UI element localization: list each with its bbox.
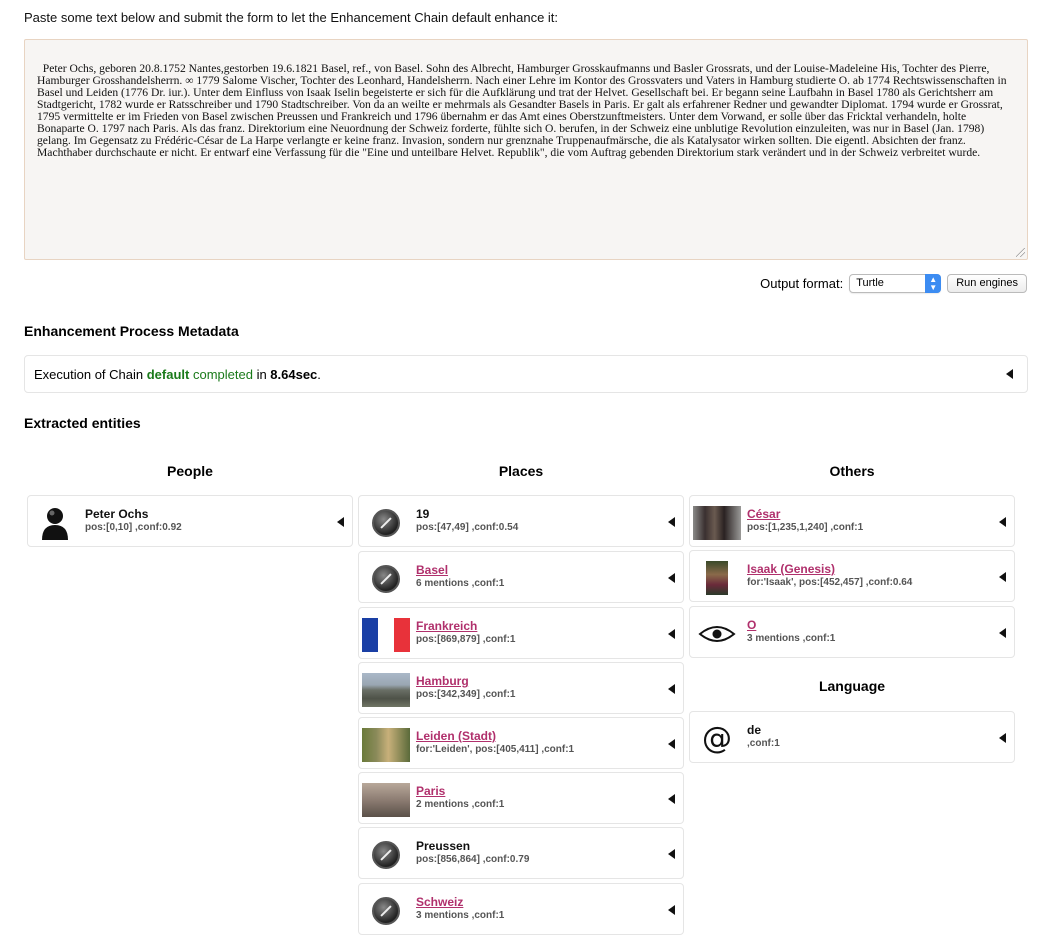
metadata-pre: Execution of Chain xyxy=(34,367,147,382)
expand-triangle-icon[interactable] xyxy=(668,794,675,804)
eye-icon xyxy=(693,617,741,651)
entity-card[interactable]: Peter Ochs pos:[0,10] ,conf:0.92 xyxy=(27,495,353,547)
entity-card[interactable]: @ de ,conf:1 xyxy=(689,711,1015,763)
entity-card[interactable]: Leiden (Stadt) for:'Leiden', pos:[405,411… xyxy=(358,717,684,769)
entity-meta: pos:[869,879] ,conf:1 xyxy=(416,634,516,645)
skyline-photo xyxy=(362,783,410,817)
entity-name: Peter Ochs xyxy=(85,507,149,521)
entity-link[interactable]: Schweiz xyxy=(416,895,463,909)
language-column-heading: Language xyxy=(818,678,886,694)
people-column-heading: People xyxy=(167,463,213,479)
entity-link[interactable]: Basel xyxy=(416,563,448,577)
compass-icon xyxy=(362,838,410,872)
resize-grip[interactable] xyxy=(1016,248,1025,257)
entity-link[interactable]: César xyxy=(747,507,780,521)
run-engines-button[interactable]: Run engines xyxy=(947,274,1027,293)
entity-meta: for:'Leiden', pos:[405,411] ,conf:1 xyxy=(416,744,575,755)
input-text-content: Peter Ochs, geboren 20.8.1752 Nantes,ges… xyxy=(37,62,1010,159)
entity-card[interactable]: Frankreich pos:[869,879] ,conf:1 xyxy=(358,607,684,659)
entity-meta: pos:[47,49] ,conf:0.54 xyxy=(416,522,519,533)
entity-card[interactable]: Hamburg pos:[342,349] ,conf:1 xyxy=(358,662,684,714)
places-column-heading: Places xyxy=(498,463,544,479)
entity-meta: 6 mentions ,conf:1 xyxy=(416,578,505,589)
metadata-status: completed xyxy=(189,367,253,382)
entity-link[interactable]: O xyxy=(747,618,756,632)
entity-meta: pos:[856,864] ,conf:0.79 xyxy=(416,854,530,865)
expand-triangle-icon[interactable] xyxy=(668,684,675,694)
entity-name: de xyxy=(747,723,762,737)
group-photo xyxy=(693,506,741,540)
entity-link[interactable]: Hamburg xyxy=(416,674,469,688)
entity-name: Preussen xyxy=(416,839,471,853)
entity-card[interactable]: César pos:[1,235,1,240] ,conf:1 xyxy=(689,495,1015,547)
entity-link[interactable]: Isaak (Genesis) xyxy=(747,562,835,576)
entity-meta: 3 mentions ,conf:1 xyxy=(747,633,836,644)
compass-icon xyxy=(362,894,410,928)
expand-triangle-icon[interactable] xyxy=(668,517,675,527)
collapse-triangle-icon[interactable] xyxy=(1006,369,1013,379)
output-format-value: Turtle xyxy=(856,277,884,289)
expand-triangle-icon[interactable] xyxy=(999,517,1006,527)
canal-photo xyxy=(362,728,410,762)
entity-link[interactable]: Frankreich xyxy=(416,619,477,633)
entity-meta: ,conf:1 xyxy=(747,738,780,749)
expand-triangle-icon[interactable] xyxy=(999,572,1006,582)
expand-triangle-icon[interactable] xyxy=(668,573,675,583)
painting-photo xyxy=(693,561,741,595)
select-arrows-icon: ▲ ▼ xyxy=(925,274,942,293)
metadata-box[interactable]: Execution of Chain default completed in … xyxy=(24,355,1028,393)
output-format-label: Output format: xyxy=(760,276,844,291)
compass-icon xyxy=(362,506,410,540)
entity-card[interactable]: Preussen pos:[856,864] ,conf:0.79 xyxy=(358,827,684,879)
output-format-select[interactable]: Turtle ▲ ▼ xyxy=(849,274,942,293)
person-icon xyxy=(31,506,79,540)
entity-name: 19 xyxy=(416,507,430,521)
expand-triangle-icon[interactable] xyxy=(668,905,675,915)
output-format-row: Output format: Turtle ▲ ▼ Run engines xyxy=(760,274,1027,293)
entity-meta: pos:[0,10] ,conf:0.92 xyxy=(85,522,182,533)
entity-link[interactable]: Paris xyxy=(416,784,445,798)
entity-card[interactable]: Schweiz 3 mentions ,conf:1 xyxy=(358,883,684,935)
entity-card[interactable]: O3 mentions ,conf:1 xyxy=(689,606,1015,658)
chain-name: default xyxy=(146,367,190,382)
others-column-heading: Others xyxy=(829,463,875,479)
entity-meta: 2 mentions ,conf:1 xyxy=(416,799,505,810)
metadata-in: in xyxy=(252,367,271,382)
city-photo xyxy=(362,673,410,707)
flag-france xyxy=(362,618,410,652)
expand-triangle-icon[interactable] xyxy=(999,733,1006,743)
entity-card[interactable]: Paris 2 mentions ,conf:1 xyxy=(358,772,684,824)
input-textarea[interactable]: Peter Ochs, geboren 20.8.1752 Nantes,ges… xyxy=(24,39,1028,260)
metadata-post: . xyxy=(317,367,321,382)
expand-triangle-icon[interactable] xyxy=(668,849,675,859)
entity-card[interactable]: Isaak (Genesis) for:'Isaak', pos:[452,457… xyxy=(689,550,1015,602)
expand-triangle-icon[interactable] xyxy=(999,628,1006,638)
intro-text: Paste some text below and submit the for… xyxy=(24,10,559,25)
entity-meta: 3 mentions ,conf:1 xyxy=(416,910,505,921)
metadata-heading: Enhancement Process Metadata xyxy=(24,323,239,339)
execution-time: 8.64sec xyxy=(270,367,318,382)
entities-heading: Extracted entities xyxy=(24,415,141,431)
expand-triangle-icon[interactable] xyxy=(668,739,675,749)
entity-meta: pos:[1,235,1,240] ,conf:1 xyxy=(747,522,864,533)
at-icon: @ xyxy=(702,721,732,756)
entity-link[interactable]: Leiden (Stadt) xyxy=(416,729,496,743)
compass-icon xyxy=(362,562,410,596)
entity-card[interactable]: Basel 6 mentions ,conf:1 xyxy=(358,551,684,603)
entity-card[interactable]: 19 pos:[47,49] ,conf:0.54 xyxy=(358,495,684,547)
entity-meta: pos:[342,349] ,conf:1 xyxy=(416,689,516,700)
expand-triangle-icon[interactable] xyxy=(668,629,675,639)
entity-meta: for:'Isaak', pos:[452,457] ,conf:0.64 xyxy=(747,577,913,588)
expand-triangle-icon[interactable] xyxy=(337,517,344,527)
